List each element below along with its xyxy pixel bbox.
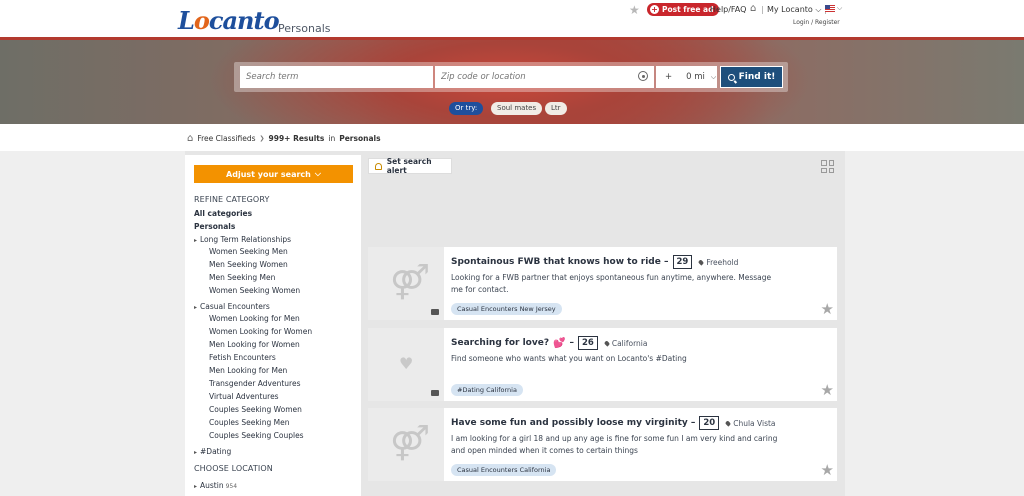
favorites-star-icon[interactable]: ★ xyxy=(629,3,640,17)
separator: | xyxy=(761,5,764,14)
flag-icon[interactable] xyxy=(825,5,835,12)
find-it-button[interactable]: Find it! xyxy=(720,66,783,88)
subcategory-link[interactable]: Fetish Encounters xyxy=(209,353,276,362)
favorite-star-icon[interactable]: ★ xyxy=(821,383,834,398)
ad-location: California xyxy=(603,339,647,348)
breadcrumb-arrow: ❯ xyxy=(259,135,265,142)
ad-category-tag[interactable]: #Dating California xyxy=(451,384,523,396)
chevron-down-icon[interactable]: ⌵ xyxy=(837,4,842,13)
category-long-term[interactable]: Long Term Relationships xyxy=(194,235,291,244)
chevron-down-icon: ⌵ xyxy=(710,72,717,81)
set-search-alert-button[interactable]: Set search alert xyxy=(368,157,452,175)
subcategory-link[interactable]: Women Looking for Men xyxy=(209,314,300,323)
search-term-input[interactable] xyxy=(240,66,433,88)
ad-description: Looking for a FWB partner that enjoys sp… xyxy=(451,273,772,294)
subcategory-link[interactable]: Couples Seeking Couples xyxy=(209,431,304,440)
ad-title[interactable]: Have some fun and possibly loose my virg… xyxy=(451,416,776,430)
subcategory-link[interactable]: Women Seeking Women xyxy=(209,286,300,295)
search-icon xyxy=(727,73,735,81)
ad-thumbnail[interactable]: ⚤ xyxy=(368,408,444,481)
subcategory-link[interactable]: Men Seeking Men xyxy=(209,273,275,282)
subcategory-link[interactable]: Men Seeking Women xyxy=(209,260,288,269)
home-icon[interactable]: ⌂ xyxy=(187,133,193,144)
sidebar xyxy=(185,155,361,496)
camera-icon xyxy=(431,390,439,396)
all-categories-link[interactable]: All categories xyxy=(194,209,252,218)
home-icon[interactable]: ⌂ xyxy=(750,3,756,14)
section-label: Personals xyxy=(278,22,331,35)
ad-title[interactable]: Spontainous FWB that knows how to ride –… xyxy=(451,255,738,269)
heart-emoji-icon: 💕 xyxy=(553,337,566,349)
ad-category-tag[interactable]: Casual Encounters New Jersey xyxy=(451,303,562,315)
plus-icon: + xyxy=(650,5,659,14)
breadcrumb: ⌂ Free Classifieds ❯ 999+ Results in Per… xyxy=(187,133,381,144)
category-casual[interactable]: Casual Encounters xyxy=(194,302,270,311)
gender-icon: ⚤ xyxy=(390,262,430,302)
age-badge: 26 xyxy=(578,336,598,350)
ad-location: Freehold xyxy=(698,258,738,267)
help-faq-link[interactable]: Help/FAQ xyxy=(710,5,746,14)
age-badge: 20 xyxy=(699,416,720,430)
gender-icon: ⚤ xyxy=(390,423,430,463)
ad-card[interactable]: ⚤ Have some fun and possibly loose my vi… xyxy=(368,408,837,481)
age-badge: 29 xyxy=(672,255,693,269)
subcategory-link[interactable]: Couples Seeking Women xyxy=(209,405,302,414)
my-locanto-menu[interactable]: My Locanto ⌵ | xyxy=(767,5,827,15)
ad-thumbnail[interactable]: ♥ xyxy=(368,328,444,401)
camera-icon xyxy=(431,309,439,315)
subcategory-link[interactable]: Men Looking for Women xyxy=(209,340,300,349)
favorite-star-icon[interactable]: ★ xyxy=(821,463,834,478)
breadcrumb-home-link[interactable]: Free Classifieds xyxy=(197,134,255,143)
login-register-link[interactable]: Login / Register xyxy=(793,19,840,26)
ad-title[interactable]: Searching for love? 💕 – 26 California xyxy=(451,336,647,350)
ad-location: Chula Vista xyxy=(725,419,776,428)
suggestion-chip-ltr[interactable]: Ltr xyxy=(545,102,567,115)
breadcrumb-bar xyxy=(0,124,1024,151)
grid-view-icon[interactable] xyxy=(821,160,834,173)
subcategory-link[interactable]: Women Seeking Men xyxy=(209,247,288,256)
current-category: Personals xyxy=(194,222,236,231)
location-target-icon[interactable] xyxy=(638,71,648,81)
choose-location-heading: CHOOSE LOCATION xyxy=(194,464,273,473)
ad-thumbnail[interactable]: ⚤ xyxy=(368,247,444,320)
suggestion-chip-soul-mates[interactable]: Soul mates xyxy=(491,102,543,115)
subcategory-link[interactable]: Couples Seeking Men xyxy=(209,418,289,427)
favorite-star-icon[interactable]: ★ xyxy=(821,302,834,317)
ad-category-tag[interactable]: Casual Encounters California xyxy=(451,464,557,476)
adjust-search-button[interactable]: Adjust your search ⌵ xyxy=(194,165,353,183)
ad-card[interactable]: ♥ Searching for love? 💕 – 26 California … xyxy=(368,328,837,401)
pin-icon xyxy=(725,419,732,427)
locanto-logo[interactable]: Locanto xyxy=(178,6,280,35)
radius-select[interactable]: +0 mi ⌵ xyxy=(656,66,717,88)
top-bar xyxy=(0,0,1024,40)
subcategory-link[interactable]: Transgender Adventures xyxy=(209,379,301,388)
subcategory-link[interactable]: Men Looking for Men xyxy=(209,366,287,375)
subcategory-link[interactable]: Women Looking for Women xyxy=(209,327,312,336)
category-dating[interactable]: #Dating xyxy=(194,447,231,456)
location-input[interactable] xyxy=(435,66,654,88)
ad-description: Find someone who wants what you want on … xyxy=(451,354,687,363)
pin-icon xyxy=(698,258,705,266)
bell-icon xyxy=(375,162,382,170)
subcategory-link[interactable]: Virtual Adventures xyxy=(209,392,279,401)
chevron-down-icon: ⌵ xyxy=(314,169,321,178)
refine-category-heading: REFINE CATEGORY xyxy=(194,195,270,204)
pin-icon xyxy=(603,339,611,347)
breadcrumb-section: Personals xyxy=(339,134,381,143)
heart-icon: ♥ xyxy=(399,354,414,373)
result-count: 999+ Results xyxy=(268,134,325,143)
post-free-ad-button[interactable]: + Post free ad xyxy=(647,3,719,16)
ad-description: I am looking for a girl 18 and up any ag… xyxy=(451,434,778,455)
or-try-label: Or try: xyxy=(449,102,484,115)
location-link-austin[interactable]: Austin954 xyxy=(194,481,237,490)
ad-card[interactable]: ⚤ Spontainous FWB that knows how to ride… xyxy=(368,247,837,320)
